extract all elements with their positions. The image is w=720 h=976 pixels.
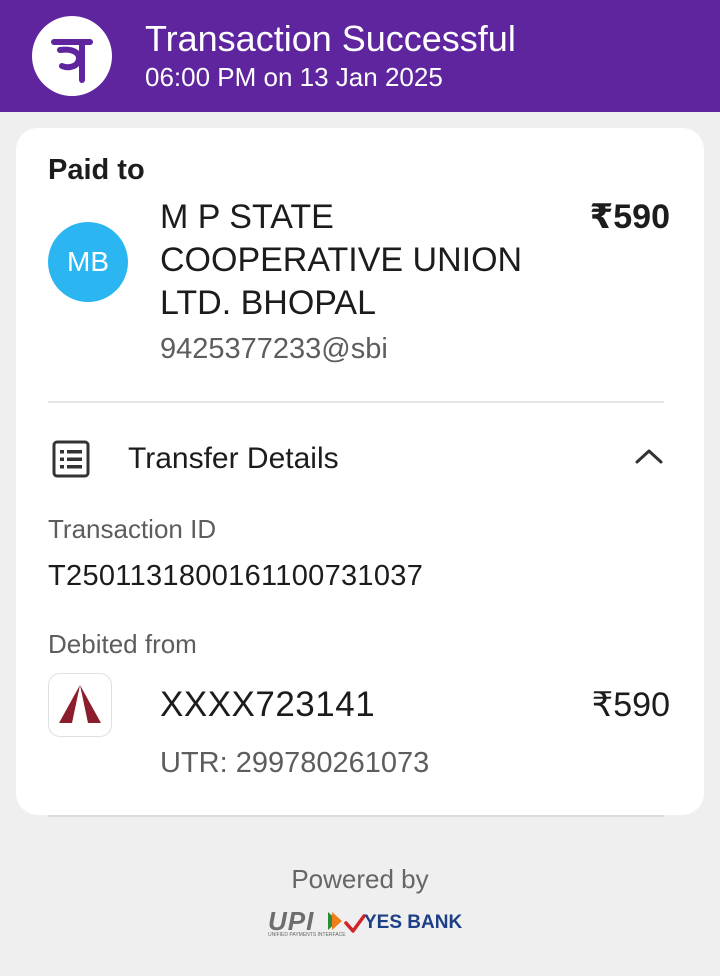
phonepe-logo xyxy=(32,16,112,96)
transaction-id-label: Transaction ID xyxy=(48,514,217,544)
account-number: XXXX723141 xyxy=(160,685,376,724)
paid-amount: ₹590 xyxy=(589,198,670,236)
section-divider xyxy=(48,401,664,403)
payee-upi-id: 9425377233@sbi xyxy=(160,333,388,365)
transaction-timestamp: 06:00 PM on 13 Jan 2025 xyxy=(145,62,443,92)
transfer-details-title[interactable]: Transfer Details xyxy=(128,442,339,476)
transaction-card: Paid to MB M P STATE COOPERATIVE UNION L… xyxy=(16,128,704,815)
phonepe-logo-icon xyxy=(51,39,93,83)
header-bar: Transaction Successful 06:00 PM on 13 Ja… xyxy=(0,0,720,112)
payee-name: M P STATE COOPERATIVE UNION LTD. BHOPAL xyxy=(160,198,523,322)
upi-arrow-icon xyxy=(328,912,342,930)
powered-by-label: Powered by xyxy=(291,864,429,894)
upi-logo-subtext: UNIFIED PAYMENTS INTERFACE xyxy=(268,932,346,938)
debited-from-label: Debited from xyxy=(48,629,197,659)
payee-avatar: MB xyxy=(48,222,128,302)
debited-amount: ₹590 xyxy=(591,686,670,724)
transaction-id-value[interactable]: T2501131800161100731037 xyxy=(48,560,423,593)
utr-number[interactable]: UTR: 299780261073 xyxy=(160,747,429,780)
list-icon xyxy=(52,440,90,483)
footer-divider xyxy=(48,815,664,817)
yes-bank-tick-icon xyxy=(344,914,366,933)
bank-icon xyxy=(59,685,101,723)
partner-logos: UPI UNIFIED PAYMENTS INTERFACE YES BANK xyxy=(268,906,462,940)
paid-to-label: Paid to xyxy=(48,154,145,186)
axis-bank-logo xyxy=(48,673,112,737)
page-title: Transaction Successful xyxy=(145,18,516,59)
yes-bank-logo: YES BANK xyxy=(364,912,463,933)
chevron-up-icon[interactable] xyxy=(634,446,664,471)
